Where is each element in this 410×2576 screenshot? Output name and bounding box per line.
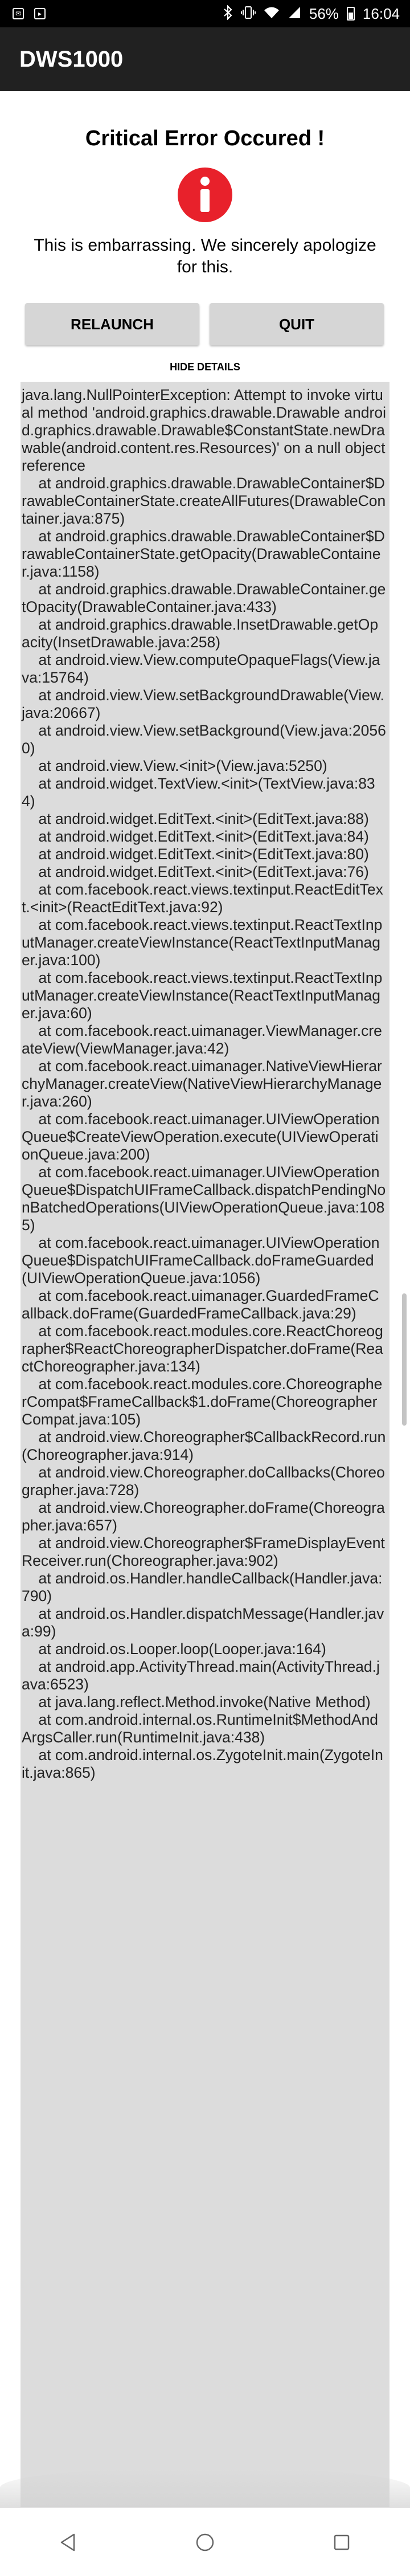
status-time: 16:04: [362, 5, 400, 22]
status-bar-right: 56% 16:04: [223, 5, 400, 23]
hide-details-toggle[interactable]: HIDE DETAILS: [0, 361, 410, 373]
quit-button[interactable]: QUIT: [210, 303, 384, 345]
media-square-icon: ▸: [34, 8, 46, 19]
wifi-icon: [264, 6, 280, 22]
app-title: DWS1000: [19, 46, 124, 72]
status-bar-left: ✉ ▸: [13, 8, 46, 19]
vibrate-icon: [240, 5, 256, 22]
signal-icon: [288, 6, 301, 22]
battery-percent: 56%: [309, 5, 339, 22]
info-alert-icon: [178, 168, 232, 222]
battery-icon: [346, 7, 355, 21]
status-bar: ✉ ▸ 56% 16:04: [0, 0, 410, 27]
back-icon[interactable]: [51, 2525, 85, 2559]
relaunch-button[interactable]: RELAUNCH: [25, 303, 199, 345]
apology-message: This is embarrassing. We sincerely apolo…: [34, 236, 376, 276]
stack-trace-text: java.lang.NullPointerException: Attempt …: [22, 386, 386, 1781]
app-bar: DWS1000: [0, 27, 410, 91]
home-icon[interactable]: [188, 2525, 222, 2559]
navigation-bar: [0, 2508, 410, 2576]
stack-trace-panel[interactable]: java.lang.NullPointerException: Attempt …: [20, 382, 390, 2507]
notification-square-icon: ✉: [13, 8, 24, 19]
bluetooth-icon: [223, 5, 233, 22]
error-title: Critical Error Occured !: [85, 126, 325, 150]
scrollbar-thumb[interactable]: [402, 1293, 407, 1426]
recents-icon[interactable]: [325, 2525, 359, 2559]
